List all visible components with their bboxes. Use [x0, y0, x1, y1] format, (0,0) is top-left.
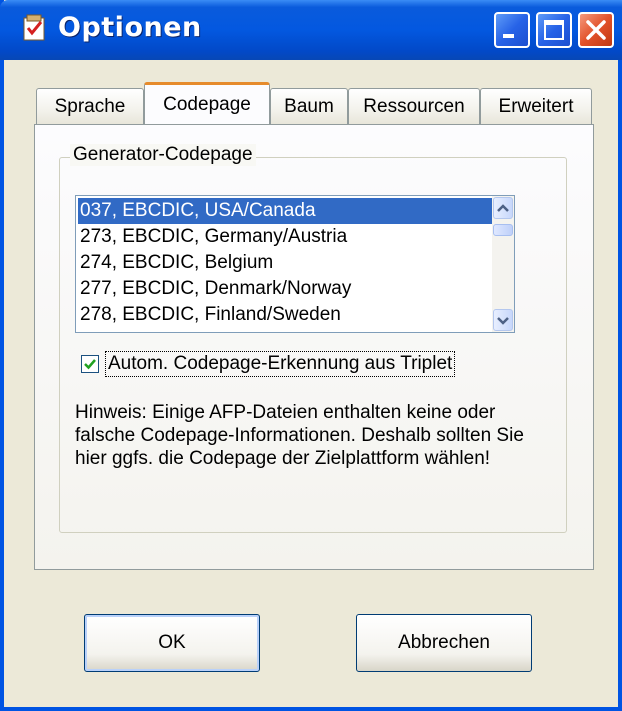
- chevron-up-icon: [494, 204, 512, 222]
- scroll-thumb[interactable]: [493, 224, 513, 236]
- tab-sprache[interactable]: Sprache: [36, 88, 144, 124]
- auto-detect-checkbox[interactable]: [81, 355, 99, 373]
- scroll-down-button[interactable]: [493, 309, 513, 331]
- codepage-tab-panel: Generator-Codepage 037, EBCDIC, USA/Cana…: [34, 124, 594, 570]
- group-legend: Generator-Codepage: [70, 144, 256, 166]
- list-item[interactable]: 037, EBCDIC, USA/Canada: [78, 198, 492, 224]
- options-checklist-icon: [22, 14, 48, 42]
- codepage-listbox[interactable]: 037, EBCDIC, USA/Canada 273, EBCDIC, Ger…: [75, 195, 515, 333]
- maximize-button[interactable]: [536, 12, 572, 48]
- chevron-down-icon: [494, 317, 512, 334]
- scroll-up-button[interactable]: [493, 197, 513, 219]
- list-item[interactable]: 274, EBCDIC, Belgium: [78, 250, 492, 276]
- tab-ressourcen[interactable]: Ressourcen: [348, 88, 480, 124]
- list-item[interactable]: 277, EBCDIC, Denmark/Norway: [78, 276, 492, 302]
- cancel-button[interactable]: Abbrechen: [356, 614, 532, 672]
- tab-erweitert[interactable]: Erweitert: [480, 88, 592, 124]
- title-bar[interactable]: Optionen: [0, 0, 622, 60]
- tab-codepage[interactable]: Codepage: [144, 82, 270, 124]
- options-dialog: Optionen Sprache Codepage Baum Ressource…: [0, 0, 622, 711]
- list-item[interactable]: 278, EBCDIC, Finland/Sweden: [78, 302, 492, 328]
- checkmark-icon: [82, 359, 98, 376]
- close-button[interactable]: [578, 12, 614, 48]
- window-title: Optionen: [58, 12, 202, 43]
- listbox-scrollbar[interactable]: [492, 196, 514, 332]
- ok-button[interactable]: OK: [84, 614, 260, 672]
- tab-baum[interactable]: Baum: [270, 88, 348, 124]
- minimize-button[interactable]: [494, 12, 530, 48]
- hint-text: Hinweis: Einige AFP-Dateien enthalten ke…: [75, 402, 524, 469]
- list-item[interactable]: 273, EBCDIC, Germany/Austria: [78, 224, 492, 250]
- auto-detect-label[interactable]: Autom. Codepage-Erkennung aus Triplet: [105, 351, 456, 377]
